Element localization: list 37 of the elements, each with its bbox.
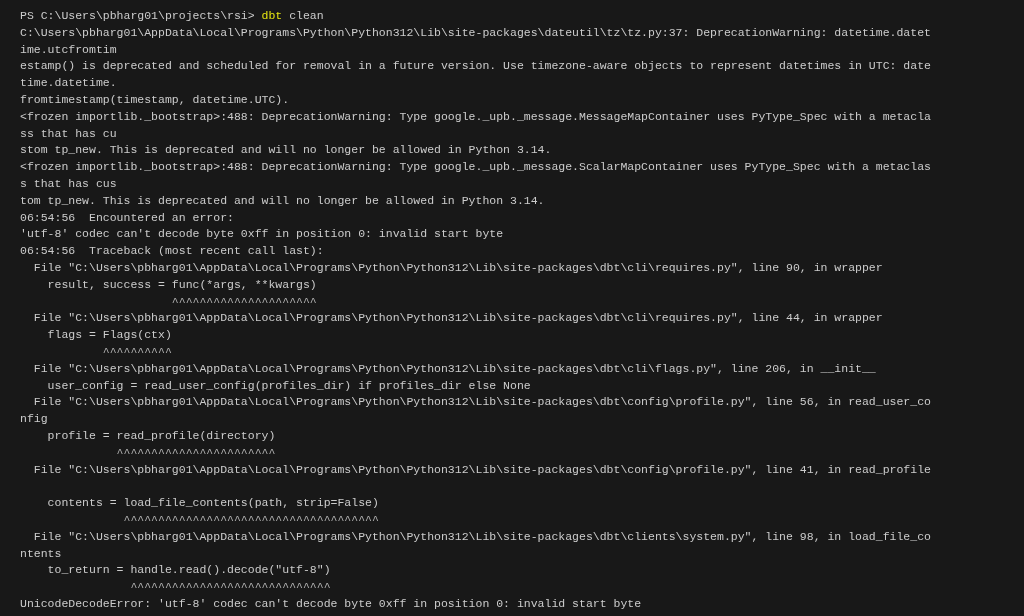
output-line: C:\Users\pbharg01\AppData\Local\Programs\Python\Python312\Lib\site-packages\dateutil\tz\tz.py:37: DeprecationWarning: datetime.datet xyxy=(20,24,931,41)
output-line: nfig xyxy=(20,411,48,428)
output-line: estamp() is deprecated and scheduled for removal in a future version. Use timezone-aware objects to represent datetimes in UTC: date xyxy=(20,58,931,75)
output-line: user_config = read_user_config(profiles_dir) if profiles_dir else None xyxy=(46,377,531,394)
output-line: <frozen importlib._bootstrap>:488: DeprecationWarning: Type google._upb._message.MessageMapContainer uses PyType_Spec with a metacla xyxy=(20,108,931,125)
output-line: File "C:\Users\pbharg01\AppData\Local\Programs\Python\Python312\Lib\site-packages\dbt\clients\system.py", line 98, in load_file_co xyxy=(32,528,931,545)
output-line: fromtimestamp(timestamp, datetime.UTC). xyxy=(20,92,290,108)
command-args: clean xyxy=(289,8,324,24)
output-line: result, success = func(*args, **kwargs) xyxy=(46,276,317,293)
output-line: ss that has cu xyxy=(20,125,117,142)
output-line: File "C:\Users\pbharg01\AppData\Local\Programs\Python\Python312\Lib\site-packages\dbt\cli\requires.py", line 90, in wrapper xyxy=(32,259,883,276)
error-caret-marker: ^^^^^^^^^^^^^^^^^^^^^^^ xyxy=(115,444,276,461)
output-line: time.datetime. xyxy=(20,75,117,92)
output-line: ntents xyxy=(20,545,62,562)
output-line: UnicodeDecodeError: 'utf-8' codec can't decode byte 0xff in position 0: invalid start byte xyxy=(20,595,642,612)
output-line: 06:54:56 Encountered an error: xyxy=(20,209,234,226)
output-line: <frozen importlib._bootstrap>:488: DeprecationWarning: Type google._upb._message.ScalarMapContainer uses PyType_Spec with a metaclas xyxy=(20,159,931,176)
output-line: flags = Flags(ctx) xyxy=(46,327,172,344)
error-caret-marker: ^^^^^^^^^^ xyxy=(101,343,172,360)
output-line: ime.utcfromtim xyxy=(20,41,117,58)
output-line: File "C:\Users\pbharg01\AppData\Local\Programs\Python\Python312\Lib\site-packages\dbt\cli\flags.py", line 206, in __init__ xyxy=(32,360,876,377)
output-line: stom tp_new. This is deprecated and will no longer be allowed in Python 3.14. xyxy=(20,142,552,159)
output-line: tom tp_new. This is deprecated and will no longer be allowed in Python 3.14. xyxy=(20,192,545,209)
output-line: File "C:\Users\pbharg01\AppData\Local\Programs\Python\Python312\Lib\site-packages\dbt\cli\requires.py", line 44, in wrapper xyxy=(32,310,883,327)
prompt-path: PS C:\Users\pbharg01\projects\rsi> xyxy=(20,8,255,24)
output-line: to_return = handle.read().decode("utf-8") xyxy=(46,562,331,579)
error-caret-marker: ^^^^^^^^^^^^^^^^^^^^^ xyxy=(170,293,317,310)
output-line: File "C:\Users\pbharg01\AppData\Local\Programs\Python\Python312\Lib\site-packages\dbt\config\profile.py", line 41, in read_profile xyxy=(32,461,931,478)
output-line: contents = load_file_contents(path, strip=False) xyxy=(46,495,379,512)
error-caret-marker: ^^^^^^^^^^^^^^^^^^^^^^^^^^^^^ xyxy=(129,579,331,596)
output-line: profile = read_profile(directory) xyxy=(46,427,276,444)
error-caret-marker: ^^^^^^^^^^^^^^^^^^^^^^^^^^^^^^^^^^^^^ xyxy=(122,511,379,528)
output-line: 06:54:56 Traceback (most recent call last): xyxy=(20,243,324,260)
output-line: s that has cus xyxy=(20,175,117,192)
output-line: 'utf-8' codec can't decode byte 0xff in position 0: invalid start byte xyxy=(20,226,504,243)
output-line: File "C:\Users\pbharg01\AppData\Local\Programs\Python\Python312\Lib\site-packages\dbt\config\profile.py", line 56, in read_user_co xyxy=(32,394,931,411)
command-name: dbt xyxy=(261,8,283,24)
